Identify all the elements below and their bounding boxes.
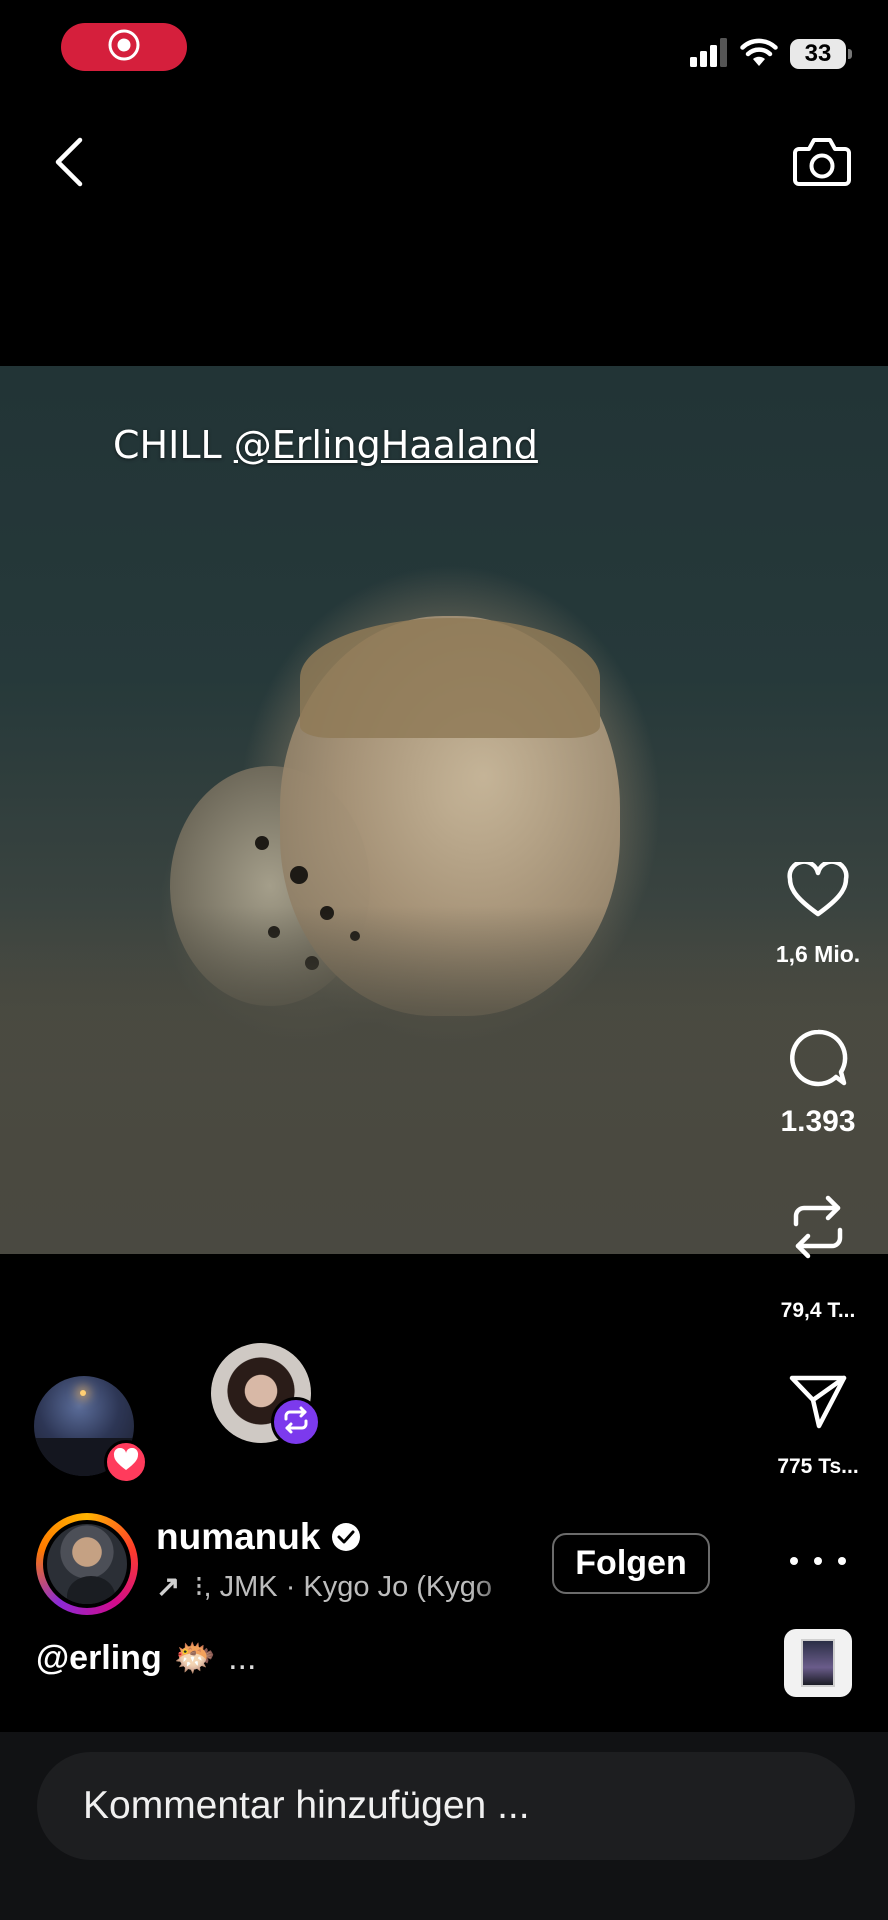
comment-action[interactable]: 1.393	[762, 1028, 874, 1139]
username-text: numanuk	[156, 1516, 321, 1557]
more-dot-icon	[838, 1557, 846, 1565]
like-badge	[104, 1440, 148, 1484]
heart-icon	[787, 859, 849, 923]
verified-badge-icon	[332, 1523, 361, 1551]
music-thumbnail[interactable]	[784, 1629, 852, 1697]
repost-icon	[790, 1194, 846, 1265]
description-mention[interactable]: @erling	[36, 1639, 162, 1678]
like-action[interactable]: 1,6 Mio.	[762, 859, 874, 968]
status-icons: 33	[690, 36, 852, 72]
back-chevron-icon	[53, 137, 85, 192]
repost-count: 79,4 T...	[780, 1299, 856, 1322]
description-more[interactable]: ...	[228, 1639, 256, 1678]
follow-button[interactable]: Folgen	[552, 1533, 710, 1594]
comment-bubble-icon	[788, 1028, 848, 1093]
music-info[interactable]: ↗ ⁝, JMK · Kygo Jo (Kygo	[156, 1566, 526, 1606]
video-caption: CHILL @ErlingHaaland	[113, 423, 538, 467]
post-description[interactable]: @erling 🐡 ...	[36, 1638, 256, 1678]
repost-small-icon	[283, 1406, 309, 1439]
repost-action[interactable]: 79,4 T...	[762, 1194, 874, 1323]
caption-mention-link[interactable]: @ErlingHaaland	[234, 423, 538, 467]
comment-input[interactable]: Kommentar hinzufügen ...	[37, 1752, 855, 1860]
author-avatar[interactable]	[36, 1513, 138, 1615]
video-hair-shape	[300, 618, 600, 738]
video-seabed-shape	[0, 906, 888, 1254]
share-count: 775 Ts...	[777, 1455, 859, 1478]
record-icon	[107, 28, 141, 67]
more-dot-icon	[814, 1557, 822, 1565]
music-cover-art	[801, 1639, 835, 1687]
more-dot-icon	[790, 1557, 798, 1565]
author-avatar-image	[43, 1520, 131, 1608]
pufferfish-emoji: 🐡	[173, 1638, 217, 1678]
screen-record-indicator[interactable]	[61, 23, 187, 71]
battery-icon: 33	[790, 39, 852, 69]
share-action[interactable]: 775 Ts...	[762, 1374, 874, 1479]
camera-button[interactable]	[792, 135, 852, 191]
comment-count: 1.393	[780, 1105, 856, 1138]
repost-badge	[271, 1397, 321, 1447]
author-username[interactable]: numanuk	[156, 1516, 361, 1558]
comment-placeholder: Kommentar hinzufügen ...	[83, 1784, 530, 1827]
heart-filled-icon	[113, 1447, 139, 1477]
caption-text: CHILL	[113, 423, 234, 467]
like-count: 1,6 Mio.	[775, 941, 861, 967]
music-arrow-icon: ↗	[156, 1570, 181, 1603]
music-text: ⁝, JMK · Kygo Jo (Kygo	[194, 1570, 493, 1603]
more-options-button[interactable]	[790, 1541, 846, 1581]
wifi-icon	[740, 37, 778, 72]
send-paper-plane-icon	[789, 1374, 847, 1435]
video-player[interactable]: CHILL @ErlingHaaland	[0, 366, 888, 1254]
signal-icon	[690, 37, 728, 72]
back-button[interactable]	[44, 136, 94, 192]
camera-icon	[793, 135, 851, 192]
